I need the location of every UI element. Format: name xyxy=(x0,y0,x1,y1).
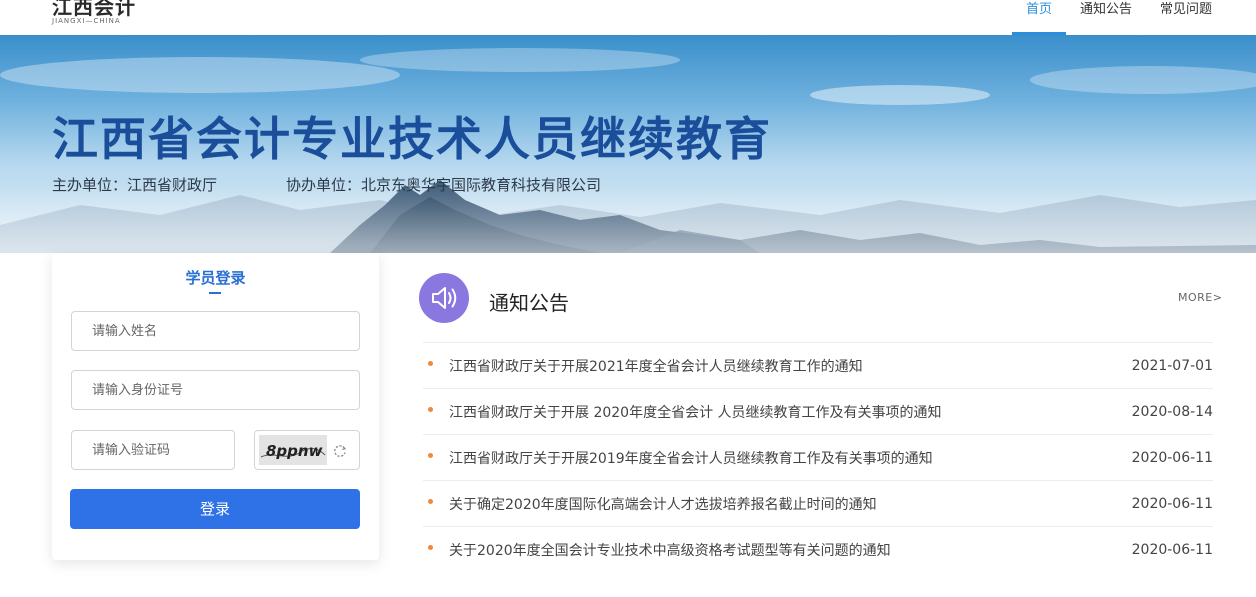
notice-date: 2020-06-11 xyxy=(1131,450,1213,466)
notice-icon-badge xyxy=(419,273,469,323)
notice-item[interactable]: 江西省财政厅关于开展2019年度全省会计人员继续教育工作及有关事项的通知 202… xyxy=(423,434,1213,480)
notice-title[interactable]: 江西省财政厅关于开展2021年度全省会计人员继续教育工作的通知 xyxy=(449,356,863,376)
top-bar: 江西会计 JIANGXI—CHINA 首页 通知公告 常见问题 xyxy=(0,0,1256,35)
notice-item[interactable]: 关于确定2020年度国际化高端会计人才选拔培养报名截止时间的通知 2020-06… xyxy=(423,480,1213,526)
refresh-icon[interactable] xyxy=(333,444,347,458)
notice-section-title: 通知公告 xyxy=(489,291,569,315)
id-number-input[interactable] xyxy=(71,370,360,410)
notice-date: 2021-07-01 xyxy=(1131,358,1213,374)
notice-list: 江西省财政厅关于开展2021年度全省会计人员继续教育工作的通知 2021-07-… xyxy=(423,342,1213,572)
notice-title[interactable]: 江西省财政厅关于开展 2020年度全省会计 人员继续教育工作及有关事项的通知 xyxy=(449,402,942,422)
nav-item-faq[interactable]: 常见问题 xyxy=(1146,0,1226,35)
notice-date: 2020-06-11 xyxy=(1131,496,1213,512)
banner-co-sponsor: 协办单位：北京东奥华宇国际教育科技有限公司 xyxy=(286,176,602,194)
login-title: 学员登录 xyxy=(185,269,246,287)
login-panel: 学员登录 8ppnw 登录 xyxy=(52,253,379,560)
nav-item-home[interactable]: 首页 xyxy=(1011,0,1066,35)
site-logo[interactable]: 江西会计 JIANGXI—CHINA xyxy=(52,0,136,25)
banner-sponsor: 主办单位：江西省财政厅 xyxy=(52,176,218,194)
hero-banner: 江西省会计专业技术人员继续教育 主办单位：江西省财政厅 协办单位：北京东奥华宇国… xyxy=(0,35,1256,253)
notice-item[interactable]: 关于2020年度全国会计专业技术中高级资格考试题型等有关问题的通知 2020-0… xyxy=(423,526,1213,572)
main-nav: 首页 通知公告 常见问题 xyxy=(1011,0,1226,35)
notice-title[interactable]: 关于确定2020年度国际化高端会计人才选拔培养报名截止时间的通知 xyxy=(449,494,877,514)
bullet-dot xyxy=(428,453,433,458)
login-title-underline xyxy=(209,292,221,294)
notice-item[interactable]: 江西省财政厅关于开展2021年度全省会计人员继续教育工作的通知 2021-07-… xyxy=(423,342,1213,388)
notice-title[interactable]: 关于2020年度全国会计专业技术中高级资格考试题型等有关问题的通知 xyxy=(449,540,891,560)
login-button[interactable]: 登录 xyxy=(70,489,360,529)
bullet-dot xyxy=(428,545,433,550)
more-link[interactable]: MORE> xyxy=(1178,291,1222,304)
speaker-icon xyxy=(432,287,457,309)
bullet-dot xyxy=(428,361,433,366)
bullet-dot xyxy=(428,407,433,412)
name-input[interactable] xyxy=(71,311,360,351)
nav-item-notices[interactable]: 通知公告 xyxy=(1066,0,1146,35)
captcha-input[interactable] xyxy=(71,430,235,470)
bullet-dot xyxy=(428,499,433,504)
notice-title[interactable]: 江西省财政厅关于开展2019年度全省会计人员继续教育工作及有关事项的通知 xyxy=(449,448,933,468)
captcha-widget[interactable]: 8ppnw xyxy=(254,430,360,470)
captcha-text: 8ppnw xyxy=(266,442,323,460)
notice-date: 2020-08-14 xyxy=(1131,404,1213,420)
notice-item[interactable]: 江西省财政厅关于开展 2020年度全省会计 人员继续教育工作及有关事项的通知 2… xyxy=(423,388,1213,434)
notice-date: 2020-06-11 xyxy=(1131,542,1213,558)
banner-title: 江西省会计专业技术人员继续教育 xyxy=(52,112,772,166)
captcha-image[interactable]: 8ppnw xyxy=(259,435,327,465)
